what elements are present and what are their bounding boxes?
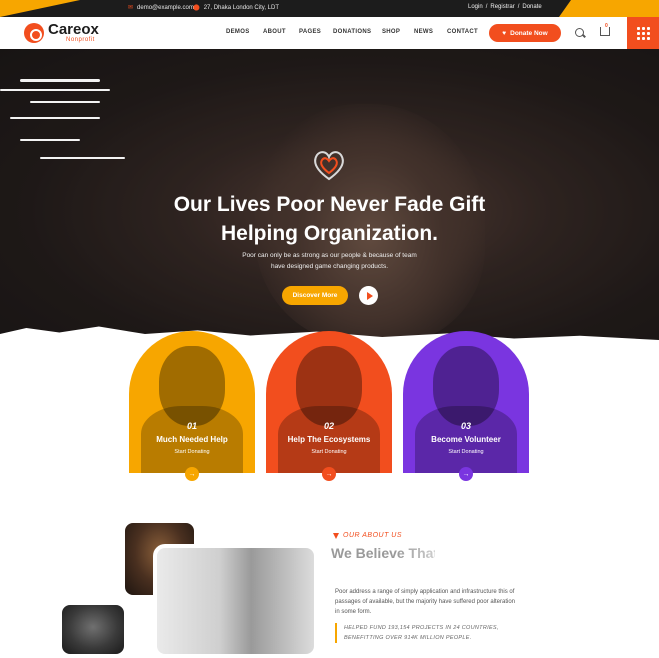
card-arrow-button[interactable]: → — [322, 467, 336, 481]
hero-title-line: Helping Organization. — [220, 222, 438, 245]
site-logo[interactable]: Careox Nonprofit — [24, 22, 99, 43]
donate-now-button[interactable]: ♥ Donate Now — [489, 24, 561, 42]
feature-card-volunteer[interactable]: 03 Become Volunteer Start Donating — [403, 331, 529, 473]
brush-stroke — [10, 117, 100, 119]
brush-stroke — [40, 157, 125, 159]
menu-dot — [636, 26, 640, 30]
heart-outline-icon — [309, 145, 349, 185]
top-bar: ✉ demo@example.com ⬤ 27, Dhaka London Ci… — [0, 0, 659, 17]
menu-dot — [641, 36, 645, 40]
menu-dot — [636, 31, 640, 35]
card-number: 03 — [460, 421, 471, 431]
card-subtitle[interactable]: Start Donating — [129, 449, 255, 455]
topbar-separator: / — [517, 4, 520, 10]
donate-link[interactable]: Donate — [522, 4, 541, 10]
card-title[interactable]: Become Volunteer — [403, 435, 529, 444]
logo-subtitle: Nonprofit — [66, 37, 95, 43]
topbar-corner-right — [559, 0, 659, 17]
hero-subtitle: Poor can only be as strong as our people… — [200, 250, 459, 272]
card-number: 02 — [323, 421, 334, 431]
brush-stroke — [20, 79, 100, 82]
card-title[interactable]: Much Needed Help — [129, 435, 255, 444]
about-photo-boy-bw — [153, 544, 318, 658]
card-title[interactable]: Help The Ecosystems — [266, 435, 392, 444]
discover-more-button[interactable]: Discover More — [282, 286, 348, 305]
logo-icon — [24, 22, 44, 43]
topbar-links: Login / Registrar / Donate — [468, 4, 542, 10]
logo-text: Careox Nonprofit — [48, 22, 99, 43]
login-link[interactable]: Login — [468, 4, 483, 10]
menu-dot — [646, 36, 650, 40]
mail-icon: ✉ — [128, 5, 134, 11]
hero-title-line: Our Lives Poor Never Fade Gift — [173, 193, 486, 216]
nav-item-about[interactable]: ABOUT — [263, 29, 286, 35]
feature-card-ecosystems[interactable]: 02 Help The Ecosystems Start Donating — [266, 331, 392, 473]
brush-stroke — [0, 89, 110, 91]
about-photo-child-bw — [58, 601, 128, 658]
play-video-button[interactable] — [359, 286, 378, 305]
about-quote: HELPED FUND 193,154 PROJECTS IN 24 COUNT… — [335, 623, 515, 643]
hero-subtitle-line: have designed game changing products. — [270, 263, 389, 270]
search-icon[interactable] — [575, 28, 584, 37]
feature-card-help[interactable]: 01 Much Needed Help Start Donating — [129, 331, 255, 473]
logo-title: Careox — [48, 21, 99, 38]
menu-dot — [646, 26, 650, 30]
site-header: Careox Nonprofit DEMOS ABOUT PAGES DONAT… — [0, 17, 659, 49]
nav-item-news[interactable]: NEWS — [414, 29, 433, 35]
menu-grid-button[interactable] — [627, 17, 659, 49]
card-subtitle[interactable]: Start Donating — [266, 449, 392, 455]
hero-slider: Our Lives Poor Never Fade Gift Helping O… — [0, 49, 659, 344]
location-pin-icon: ⬤ — [193, 5, 200, 11]
menu-dot — [641, 26, 645, 30]
topbar-separator: / — [485, 4, 488, 10]
heart-icon: ♥ — [502, 29, 507, 37]
about-tag: OUR ABOUT US — [343, 532, 403, 539]
nav-item-shop[interactable]: SHOP — [382, 29, 400, 35]
register-link[interactable]: Registrar — [490, 4, 514, 10]
nav-item-donations[interactable]: DONATIONS — [333, 29, 371, 35]
card-subtitle[interactable]: Start Donating — [403, 449, 529, 455]
topbar-address-text: 27, Dhaka London City, LDT — [203, 4, 279, 11]
card-number: 01 — [186, 421, 197, 431]
topbar-email-text[interactable]: demo@example.com — [137, 5, 194, 11]
topbar-corner-left — [0, 0, 80, 17]
menu-dot — [646, 31, 650, 35]
donate-now-label: Donate Now — [510, 29, 548, 37]
hero-title: Our Lives Poor Never Fade Gift Helping O… — [100, 190, 559, 248]
about-description: Poor address a range of simply applicati… — [335, 589, 515, 615]
topbar-address: ⬤ 27, Dhaka London City, LDT — [193, 4, 279, 12]
topbar-email[interactable]: ✉ demo@example.com — [128, 4, 194, 12]
menu-dot — [636, 36, 640, 40]
brush-stroke — [30, 101, 100, 103]
menu-dot — [641, 31, 645, 35]
card-arrow-button[interactable]: → — [185, 467, 199, 481]
about-reveal-fade — [395, 528, 659, 572]
nav-item-pages[interactable]: PAGES — [299, 29, 321, 35]
nav-item-contact[interactable]: CONTACT — [447, 29, 478, 35]
brush-stroke — [20, 139, 80, 141]
about-tag-icon — [333, 533, 339, 539]
cart-count-badge: 0 — [605, 23, 608, 29]
hero-subtitle-line: Poor can only be as strong as our people… — [242, 252, 417, 259]
nav-item-demos[interactable]: DEMOS — [226, 29, 250, 35]
card-arrow-button[interactable]: → — [459, 467, 473, 481]
